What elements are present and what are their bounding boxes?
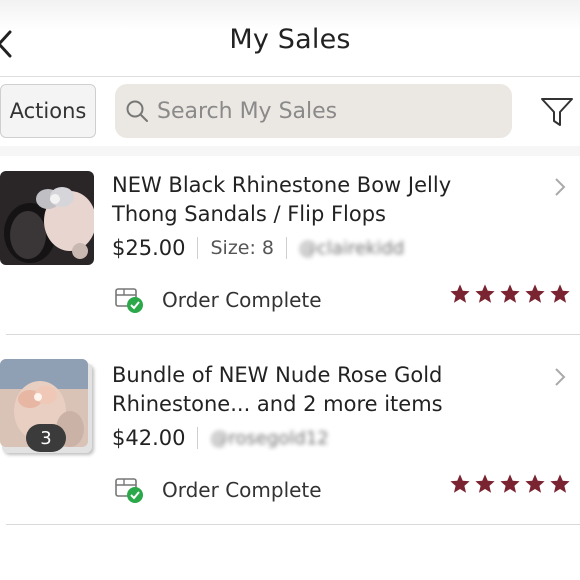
- order-status: Order Complete: [114, 285, 322, 315]
- item-title-line-1: NEW Black Rhinestone Bow Jelly: [112, 173, 452, 197]
- item-title-line-2: Rhinestone... and 2 more items: [112, 392, 443, 416]
- top-bar: My Sales: [0, 0, 580, 78]
- buyer-handle[interactable]: @rosegold12: [210, 428, 328, 449]
- buyer-handle[interactable]: @clairekidd: [299, 238, 404, 259]
- star-icon: [450, 474, 470, 493]
- star-icon: [500, 284, 520, 303]
- search-icon: [126, 100, 148, 122]
- black-sandal-photo-icon: [0, 171, 94, 265]
- row-divider: [6, 524, 580, 525]
- star-icon: [525, 474, 545, 493]
- search-bar[interactable]: [115, 84, 512, 138]
- star-icon: [550, 284, 570, 303]
- rating-stars: [449, 473, 571, 495]
- item-meta: $42.00 @rosegold12: [112, 423, 329, 453]
- meta-separator: [286, 237, 288, 259]
- rating-stars: [449, 283, 571, 305]
- package-check-icon: [115, 478, 143, 503]
- star-icon: [475, 474, 495, 493]
- star-icon: [475, 284, 495, 303]
- search-input[interactable]: [157, 98, 497, 124]
- star-icon: [450, 284, 470, 303]
- meta-separator: [197, 237, 199, 259]
- status-text: Order Complete: [162, 288, 322, 312]
- item-price: $42.00: [112, 426, 186, 450]
- chevron-right-icon[interactable]: [553, 177, 567, 197]
- page-title: My Sales: [229, 24, 351, 55]
- star-icon: [500, 474, 520, 493]
- sale-list-item[interactable]: 3 Bundle of NEW Nude Rose Gold Rhineston…: [0, 335, 580, 525]
- actions-button[interactable]: Actions: [0, 84, 96, 138]
- item-title[interactable]: NEW Black Rhinestone Bow Jelly Thong San…: [112, 171, 512, 229]
- star-icon: [525, 284, 545, 303]
- sale-list-item[interactable]: NEW Black Rhinestone Bow Jelly Thong San…: [0, 145, 580, 335]
- header-divider: [0, 76, 580, 77]
- filter-icon[interactable]: [540, 96, 574, 128]
- status-text: Order Complete: [162, 478, 322, 502]
- chevron-right-icon[interactable]: [553, 367, 567, 387]
- order-status: Order Complete: [114, 475, 322, 505]
- item-size: Size: 8: [210, 237, 275, 259]
- item-title-line-2: Thong Sandals / Flip Flops: [112, 202, 386, 226]
- package-check-icon: [115, 288, 143, 313]
- product-thumbnail: [0, 171, 94, 265]
- bundle-count-badge: 3: [26, 424, 66, 452]
- item-meta: $25.00 Size: 8 @clairekidd: [112, 233, 404, 263]
- item-title[interactable]: Bundle of NEW Nude Rose Gold Rhinestone.…: [112, 361, 512, 419]
- item-price: $25.00: [112, 236, 186, 260]
- star-icon: [550, 474, 570, 493]
- item-title-line-1: Bundle of NEW Nude Rose Gold: [112, 363, 443, 387]
- meta-separator: [197, 427, 199, 449]
